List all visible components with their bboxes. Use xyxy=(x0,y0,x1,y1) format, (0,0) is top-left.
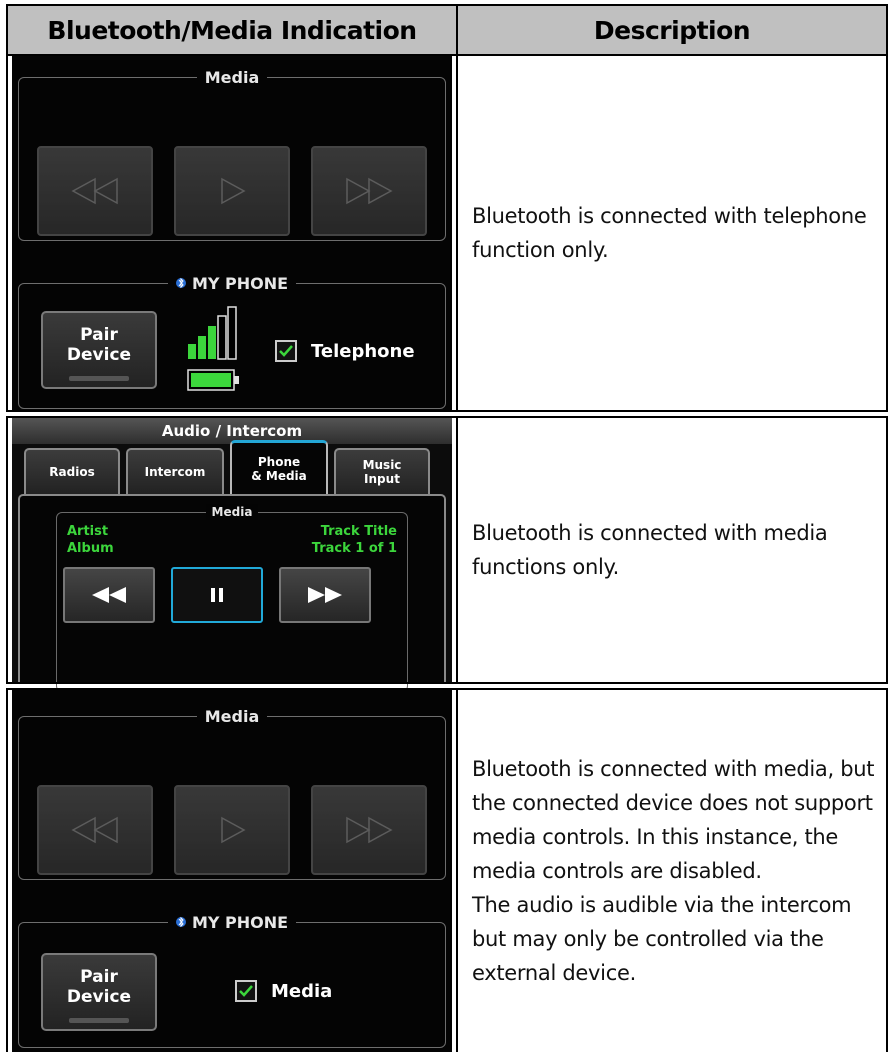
media-group-title: Media xyxy=(205,504,259,520)
media-checkbox[interactable]: Media xyxy=(235,980,332,1002)
pair-indicator-bar xyxy=(69,376,129,381)
phone-group-title: MY PHONE xyxy=(191,274,289,293)
row3-description-para2: The audio is audible via the intercom bu… xyxy=(472,893,852,985)
row3-description-para1: Bluetooth is connected with media, but t… xyxy=(472,757,875,883)
checkmark-icon xyxy=(279,345,293,357)
artist-label: Artist xyxy=(67,524,109,539)
row2-description: Bluetooth is connected with media functi… xyxy=(472,521,828,579)
bluetooth-icon xyxy=(175,277,186,289)
row2-indication-cell: Audio / Intercom Radios Intercom Phone & … xyxy=(6,418,458,692)
pair-device-button[interactable]: Pair Device xyxy=(41,953,157,1031)
rewind-icon xyxy=(71,177,118,205)
rewind-button[interactable] xyxy=(37,146,153,236)
track-title-label: Track Title xyxy=(320,524,397,539)
album-label: Album xyxy=(67,541,114,556)
signal-strength-icon xyxy=(188,306,237,360)
column-header-description: Description xyxy=(456,4,888,56)
row1-description-cell: Bluetooth is connected with telephone fu… xyxy=(456,56,888,410)
fast-forward-button[interactable] xyxy=(311,146,427,236)
telephone-checkbox-label: Telephone xyxy=(311,340,415,362)
play-icon xyxy=(221,177,246,205)
pair-indicator-bar xyxy=(69,1018,129,1023)
fast-forward-icon xyxy=(346,816,393,844)
play-button[interactable] xyxy=(174,146,290,236)
tab-intercom-label: Intercom xyxy=(144,465,206,479)
track-count-label: Track 1 of 1 xyxy=(311,541,397,556)
media-group-title: Media xyxy=(196,707,268,727)
checkmark-icon xyxy=(239,985,253,997)
row2-description-cell: Bluetooth is connected with media functi… xyxy=(456,418,888,682)
tab-radios[interactable]: Radios xyxy=(24,448,120,494)
row-divider xyxy=(6,410,888,412)
phone-group: MY PHONE Pair Device Media xyxy=(18,913,446,1048)
tab-music-input-label: Music Input xyxy=(362,458,402,486)
fast-forward-icon xyxy=(346,177,393,205)
media-phone-screen: Media xyxy=(12,56,452,410)
telephone-checkbox[interactable]: Telephone xyxy=(275,340,415,362)
row3-description-cell: Bluetooth is connected with media, but t… xyxy=(456,690,888,1052)
pair-label-line2: Device xyxy=(66,345,132,365)
play-icon xyxy=(221,816,246,844)
telephone-check-box[interactable] xyxy=(275,340,297,362)
pause-button[interactable] xyxy=(171,567,263,623)
rewind-icon xyxy=(71,816,118,844)
fast-forward-button[interactable] xyxy=(279,567,371,623)
media-group: Media xyxy=(18,707,446,880)
media-checkbox-label: Media xyxy=(271,980,333,1002)
row-divider xyxy=(6,682,888,684)
pair-label-line1: Pair xyxy=(80,325,118,345)
media-phone-screen: Media xyxy=(12,690,452,1052)
media-group: Media xyxy=(18,68,446,241)
tab-panel: Media Artist Album Track Title Track 1 o… xyxy=(18,494,446,692)
tab-phone-media[interactable]: Phone & Media xyxy=(230,440,328,494)
phone-group-title-wrap: MY PHONE xyxy=(167,913,297,933)
row1-indication-cell: Media MY PHONE Pair Device Telephone xyxy=(6,56,458,410)
pause-icon xyxy=(211,588,223,602)
rewind-button[interactable] xyxy=(63,567,155,623)
indication-table: Bluetooth/Media Indication Description M… xyxy=(6,4,888,1052)
tab-radios-label: Radios xyxy=(49,465,95,479)
tab-phone-media-label: Phone & Media xyxy=(251,454,307,483)
phone-group: MY PHONE Pair Device Telephone xyxy=(18,274,446,409)
rewind-button[interactable] xyxy=(37,785,153,875)
column-header-indication: Bluetooth/Media Indication xyxy=(6,4,458,56)
tab-music-input[interactable]: Music Input xyxy=(334,448,430,494)
media-check-box[interactable] xyxy=(235,980,257,1002)
play-button[interactable] xyxy=(174,785,290,875)
rewind-icon xyxy=(92,587,126,603)
phone-group-title: MY PHONE xyxy=(191,913,289,932)
tab-intercom[interactable]: Intercom xyxy=(126,448,224,494)
audio-intercom-screen: Audio / Intercom Radios Intercom Phone & … xyxy=(12,418,452,692)
pair-device-button[interactable]: Pair Device xyxy=(41,311,157,389)
pair-label-line1: Pair xyxy=(80,967,118,987)
pair-label-line2: Device xyxy=(66,987,132,1007)
media-group-title: Media xyxy=(196,68,268,88)
fast-forward-icon xyxy=(308,587,342,603)
fast-forward-button[interactable] xyxy=(311,785,427,875)
bluetooth-icon xyxy=(175,916,186,928)
battery-icon xyxy=(187,369,239,391)
row1-description: Bluetooth is connected with telephone fu… xyxy=(472,204,867,262)
phone-group-title-wrap: MY PHONE xyxy=(167,274,297,294)
media-group: Media Artist Album Track Title Track 1 o… xyxy=(56,504,408,692)
row3-indication-cell: Media MY PHONE Pair Device Media xyxy=(6,690,458,1052)
